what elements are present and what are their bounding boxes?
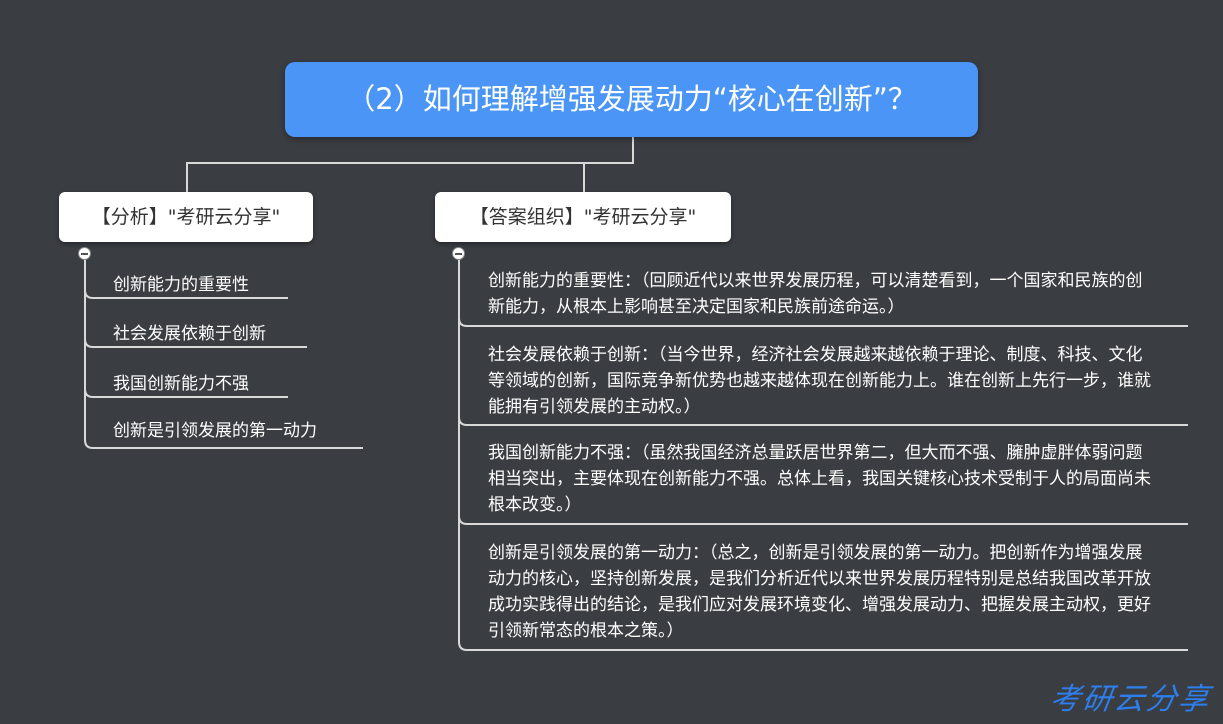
answer-item-3[interactable]: 我国创新能力不强：（虽然我国经济总量跃居世界第二，但大而不强、臃肿虚胖体弱问题相… [488, 440, 1158, 518]
analysis-item-3[interactable]: 我国创新能力不强 [113, 369, 249, 394]
analysis-item-1[interactable]: 创新能力的重要性 [113, 270, 249, 295]
answer-item-2[interactable]: 社会发展依赖于创新：（当今世界，经济社会发展越来越依赖于理论、制度、科技、文化等… [488, 342, 1158, 420]
connector-root-stem [186, 137, 634, 192]
answer-item-1[interactable]: 创新能力的重要性：（回顾近代以来世界发展历程，可以清楚看到，一个国家和民族的创新… [488, 268, 1158, 320]
answer-item-4[interactable]: 创新是引领发展的第一动力：（总之，创新是引领发展的第一动力。把创新作为增强发展动… [488, 540, 1158, 644]
branch-answer-organization[interactable]: 【答案组织】"考研云分享" [435, 192, 731, 242]
analysis-item-2[interactable]: 社会发展依赖于创新 [113, 319, 266, 344]
collapse-toggle-answer[interactable] [452, 247, 465, 260]
mind-map-canvas: （2）如何理解增强发展动力“核心在创新”？ 【分析】"考研云分享" 【答案组织】… [0, 0, 1223, 724]
collapse-toggle-analysis[interactable] [78, 247, 91, 260]
analysis-item-4[interactable]: 创新是引领发展的第一动力 [113, 416, 317, 441]
root-topic[interactable]: （2）如何理解增强发展动力“核心在创新”？ [285, 62, 978, 137]
watermark-logo: 考研云分享 [1048, 682, 1213, 717]
branch-analysis[interactable]: 【分析】"考研云分享" [59, 192, 313, 242]
